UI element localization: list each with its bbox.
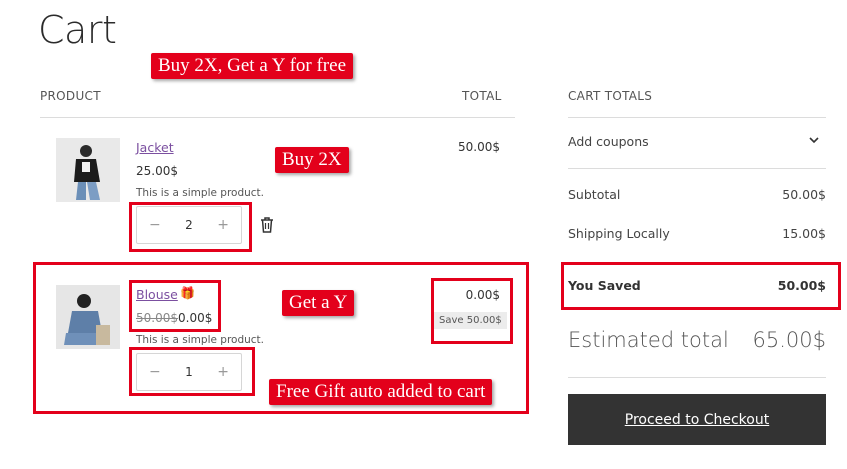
- add-coupons-label[interactable]: Add coupons: [568, 134, 649, 149]
- subtotal-label: Subtotal: [568, 187, 621, 202]
- header-divider: [40, 117, 515, 118]
- add-coupons-toggle[interactable]: Add coupons: [568, 134, 826, 149]
- totals-divider: [568, 117, 826, 118]
- subtotal-value: 50.00$: [782, 187, 826, 202]
- product-column-header: PRODUCT: [40, 89, 101, 103]
- annotation-box-blouse-total: [431, 278, 513, 344]
- annotation-label-get: Get a Y: [282, 290, 355, 316]
- jacket-price: 25.00$: [136, 164, 178, 178]
- jacket-thumbnail[interactable]: [56, 138, 120, 202]
- total-column-header: TOTAL: [462, 89, 502, 103]
- product-link-jacket[interactable]: Jacket: [136, 140, 174, 155]
- shipping-row: Shipping Locally 15.00$: [568, 226, 826, 241]
- chevron-down-icon[interactable]: [808, 134, 820, 149]
- estimated-total-value: 65.00$: [752, 328, 826, 352]
- estimated-total-label: Estimated total: [568, 328, 729, 352]
- page-title: Cart: [38, 8, 117, 52]
- jacket-line-total: 50.00$: [458, 140, 500, 154]
- annotation-box-blouse-qty: [129, 347, 255, 396]
- annotation-label-auto-added: Free Gift auto added to cart: [269, 379, 493, 405]
- subtotal-row: Subtotal 50.00$: [568, 187, 826, 202]
- estimated-divider: [568, 377, 826, 378]
- annotation-box-blouse-price: [129, 280, 221, 332]
- annotation-box-you-saved: [561, 262, 841, 310]
- jacket-description: This is a simple product.: [136, 187, 265, 199]
- shipping-value: 15.00$: [782, 226, 826, 241]
- trash-icon[interactable]: [259, 216, 275, 238]
- estimated-total-row: Estimated total 65.00$: [568, 328, 826, 352]
- cart-totals-header: CART TOTALS: [568, 89, 653, 103]
- proceed-to-checkout-button[interactable]: Proceed to Checkout: [568, 394, 826, 445]
- shipping-label: Shipping Locally: [568, 226, 670, 241]
- annotation-box-jacket-qty: [129, 202, 252, 252]
- coupons-divider: [568, 168, 826, 169]
- annotation-label-buy: Buy 2X: [275, 147, 349, 173]
- annotation-label-promo: Buy 2X, Get a Y for free: [151, 53, 353, 79]
